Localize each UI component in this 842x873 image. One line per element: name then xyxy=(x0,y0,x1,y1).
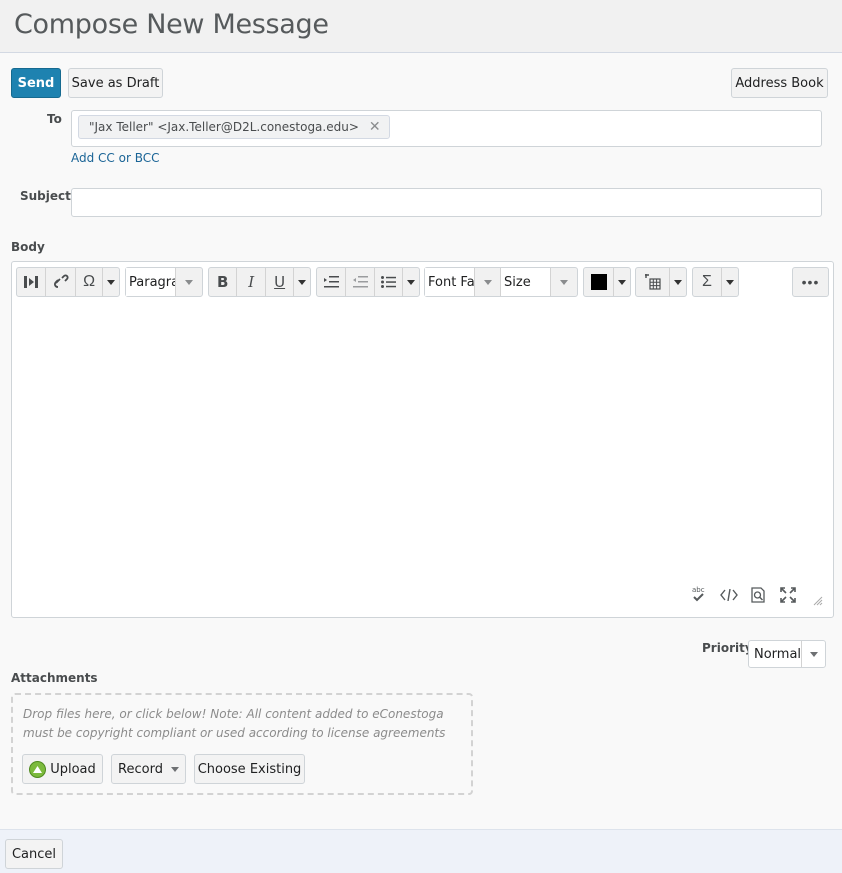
chevron-down-icon[interactable] xyxy=(294,268,310,296)
body-label: Body xyxy=(11,240,45,254)
table-group[interactable] xyxy=(635,267,687,297)
recipient-text: "Jax Teller" <Jax.Teller@D2L.conestoga.e… xyxy=(89,120,359,134)
list-indent-group xyxy=(316,267,420,297)
bold-icon[interactable]: B xyxy=(209,268,238,296)
insert-table-icon[interactable] xyxy=(636,268,670,296)
insert-tools-group: Ω xyxy=(16,267,120,297)
chevron-down-icon[interactable] xyxy=(722,268,738,296)
spellcheck-icon[interactable]: abc xyxy=(691,585,707,606)
choose-existing-button[interactable]: Choose Existing xyxy=(194,754,305,784)
priority-select[interactable]: Normal xyxy=(748,640,826,668)
more-actions-button[interactable]: ••• xyxy=(792,267,829,297)
attachment-dropzone[interactable]: Drop files here, or click below! Note: A… xyxy=(11,693,473,795)
upload-button[interactable]: Upload xyxy=(22,754,103,784)
underline-icon[interactable]: U xyxy=(266,268,295,296)
upload-label: Upload xyxy=(50,761,96,777)
remove-recipient-icon[interactable]: ✕ xyxy=(369,119,381,135)
chevron-down-icon[interactable] xyxy=(103,268,119,296)
color-swatch xyxy=(590,274,607,290)
priority-value: Normal xyxy=(754,646,802,662)
italic-icon[interactable]: I xyxy=(237,268,266,296)
font-select-group: Font Family Size xyxy=(424,267,578,297)
chevron-down-icon[interactable] xyxy=(614,268,630,296)
chevron-down-icon[interactable] xyxy=(670,268,686,296)
insert-stuff-icon[interactable] xyxy=(17,268,47,296)
recipient-chip[interactable]: "Jax Teller" <Jax.Teller@D2L.conestoga.e… xyxy=(78,115,390,139)
to-field[interactable]: "Jax Teller" <Jax.Teller@D2L.conestoga.e… xyxy=(71,110,822,147)
chevron-down-icon xyxy=(802,651,825,657)
save-draft-button[interactable]: Save as Draft xyxy=(68,68,163,98)
bullet-list-icon[interactable] xyxy=(375,268,403,296)
paragraph-format-value: Paragraph xyxy=(126,268,176,296)
attachments-label: Attachments xyxy=(11,671,98,685)
subject-label: Subject xyxy=(20,189,71,203)
text-color-group[interactable] xyxy=(583,267,631,297)
svg-text:abc: abc xyxy=(692,586,705,594)
cancel-button[interactable]: Cancel xyxy=(5,839,63,869)
insert-link-icon[interactable] xyxy=(46,268,76,296)
font-size-select[interactable]: Size xyxy=(501,268,551,296)
equation-group[interactable]: Σ xyxy=(692,267,739,297)
paragraph-format-select[interactable]: Paragraph xyxy=(125,267,203,297)
record-label: Record xyxy=(118,761,163,777)
page-header: Compose New Message xyxy=(0,0,842,53)
chevron-down-icon xyxy=(170,766,179,772)
text-style-group: B I U xyxy=(208,267,311,297)
upload-icon xyxy=(29,760,47,778)
chevron-down-icon[interactable] xyxy=(176,268,202,296)
body-editor[interactable]: Ω Paragraph B I U Font Family Size xyxy=(11,261,834,618)
indent-icon[interactable] xyxy=(317,268,346,296)
fullscreen-icon[interactable] xyxy=(780,587,796,606)
font-family-select[interactable]: Font Family xyxy=(425,268,475,296)
equation-icon[interactable]: Σ xyxy=(693,268,722,296)
add-cc-bcc-link[interactable]: Add CC or BCC xyxy=(71,151,160,165)
chevron-down-icon[interactable] xyxy=(475,268,501,296)
chevron-down-icon[interactable] xyxy=(403,268,419,296)
priority-label: Priority xyxy=(702,641,753,655)
resize-handle-icon[interactable] xyxy=(813,594,823,609)
source-code-icon[interactable] xyxy=(720,588,738,604)
send-button[interactable]: Send xyxy=(11,68,61,98)
record-button[interactable]: Record xyxy=(111,754,186,784)
subject-input[interactable] xyxy=(71,188,822,217)
to-label: To xyxy=(47,112,62,126)
address-book-button[interactable]: Address Book xyxy=(731,68,828,98)
page-title: Compose New Message xyxy=(14,9,329,40)
preview-icon[interactable] xyxy=(750,587,766,606)
text-color-swatch[interactable] xyxy=(584,268,614,296)
page-footer: Cancel xyxy=(0,829,842,873)
special-character-icon[interactable]: Ω xyxy=(76,268,104,296)
chevron-down-icon[interactable] xyxy=(551,268,577,296)
dropzone-text: Drop files here, or click below! Note: A… xyxy=(23,707,446,740)
more-icon: ••• xyxy=(801,274,820,290)
outdent-icon[interactable] xyxy=(346,268,375,296)
